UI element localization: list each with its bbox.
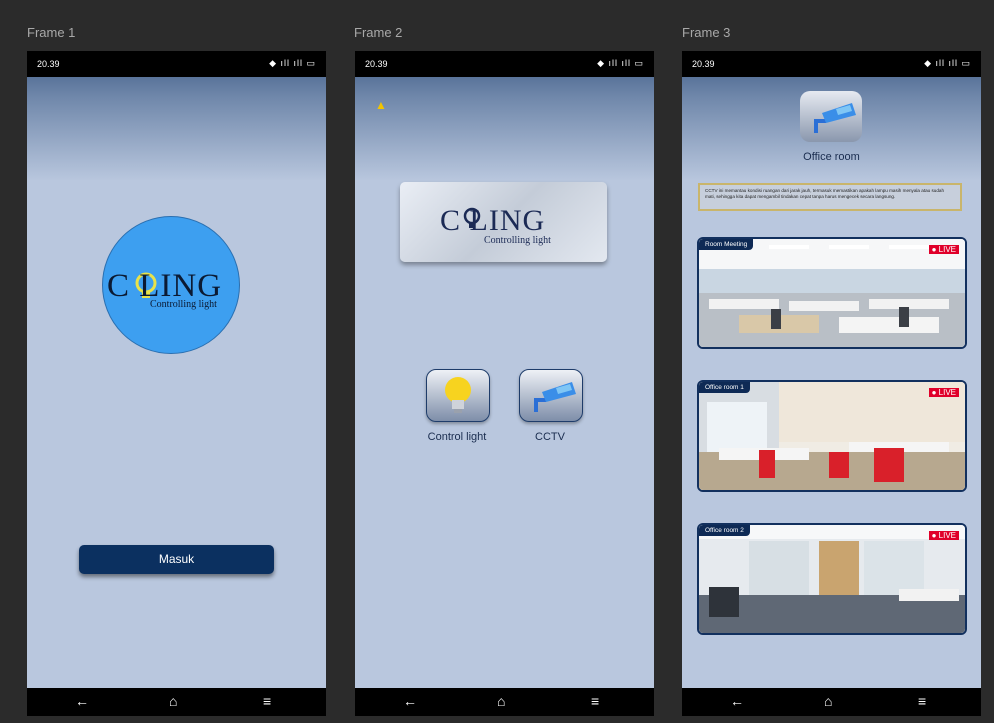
frame-2-label: Frame 2 [354, 25, 403, 40]
logo-banner: C LING Controlling light [400, 182, 607, 262]
frame-1-label: Frame 1 [27, 25, 76, 40]
menu-icon[interactable]: ≡ [591, 693, 599, 709]
home-icon[interactable]: ⌂ [497, 693, 505, 709]
nav-bar: ← ⌂ ≡ [27, 688, 326, 716]
live-badge: ● LIVE [928, 245, 959, 254]
menu-icon[interactable]: ≡ [918, 693, 926, 709]
status-icons: ◆ ıll ıll ▭ [924, 58, 971, 68]
home-icon[interactable]: ⌂ [169, 693, 177, 709]
office-photo [699, 525, 965, 633]
nav-bar: ← ⌂ ≡ [682, 688, 981, 716]
back-icon[interactable]: ← [730, 693, 744, 709]
camera-card-room-meeting[interactable]: Room Meeting ● LIVE [697, 237, 967, 349]
status-bar: 20.39 ◆ ıll ıll ▭ [355, 51, 654, 77]
office-photo [699, 239, 965, 347]
nav-bar: ← ⌂ ≡ [355, 688, 654, 716]
cctv-camera-icon [814, 103, 856, 133]
cctv-notice: CCTV ini memantau kondisi ruangan dari j… [698, 183, 962, 211]
home-icon[interactable]: ⌂ [824, 693, 832, 709]
menu-icon[interactable]: ≡ [263, 693, 271, 709]
cctv-button[interactable] [519, 369, 583, 422]
bulb-logo-icon [463, 207, 481, 228]
bell-icon[interactable]: ▲ [375, 98, 387, 112]
frame-3-screen: 20.39 ◆ ıll ıll ▭ Office room CCTV ini m… [682, 51, 981, 716]
status-time: 20.39 [37, 59, 60, 69]
masuk-button[interactable]: Masuk [79, 545, 274, 574]
logo-subtitle: Controlling light [484, 235, 551, 246]
camera-card-office-room-2[interactable]: Office room 2 ● LIVE [697, 523, 967, 635]
status-icons: ◆ ıll ıll ▭ [269, 58, 316, 68]
live-badge: ● LIVE [928, 531, 959, 540]
cctv-header-tile [800, 91, 862, 142]
status-bar: 20.39 ◆ ıll ıll ▭ [682, 51, 981, 77]
control-light-label: Control light [427, 431, 487, 443]
camera-card-office-room-1[interactable]: Office room 1 ● LIVE [697, 380, 967, 492]
live-label: LIVE [938, 531, 956, 540]
status-icons: ◆ ıll ıll ▭ [597, 58, 644, 68]
back-icon[interactable]: ← [75, 693, 89, 709]
light-bulb-icon [445, 377, 471, 413]
cctv-camera-icon [534, 382, 576, 412]
frame-1-screen: 20.39 ◆ ıll ıll ▭ C LING Controlling lig… [27, 51, 326, 716]
back-icon[interactable]: ← [403, 693, 417, 709]
office-photo [699, 382, 965, 490]
camera-name: Office room 2 [699, 525, 750, 536]
frame-2-screen: 20.39 ◆ ıll ıll ▭ ▲ C LING Controlling l… [355, 51, 654, 716]
status-time: 20.39 [692, 59, 715, 69]
camera-name: Room Meeting [699, 239, 754, 250]
status-bar: 20.39 ◆ ıll ıll ▭ [27, 51, 326, 77]
logo-text: C LING [440, 204, 546, 237]
live-label: LIVE [938, 388, 956, 397]
control-light-button[interactable] [426, 369, 490, 422]
camera-name: Office room 1 [699, 382, 750, 393]
cctv-label: CCTV [535, 431, 565, 443]
frame-3-label: Frame 3 [682, 25, 731, 40]
live-label: LIVE [938, 245, 956, 254]
live-badge: ● LIVE [928, 388, 959, 397]
page-title: Office room [803, 151, 860, 163]
logo-subtitle: Controlling light [150, 299, 217, 310]
status-time: 20.39 [365, 59, 388, 69]
